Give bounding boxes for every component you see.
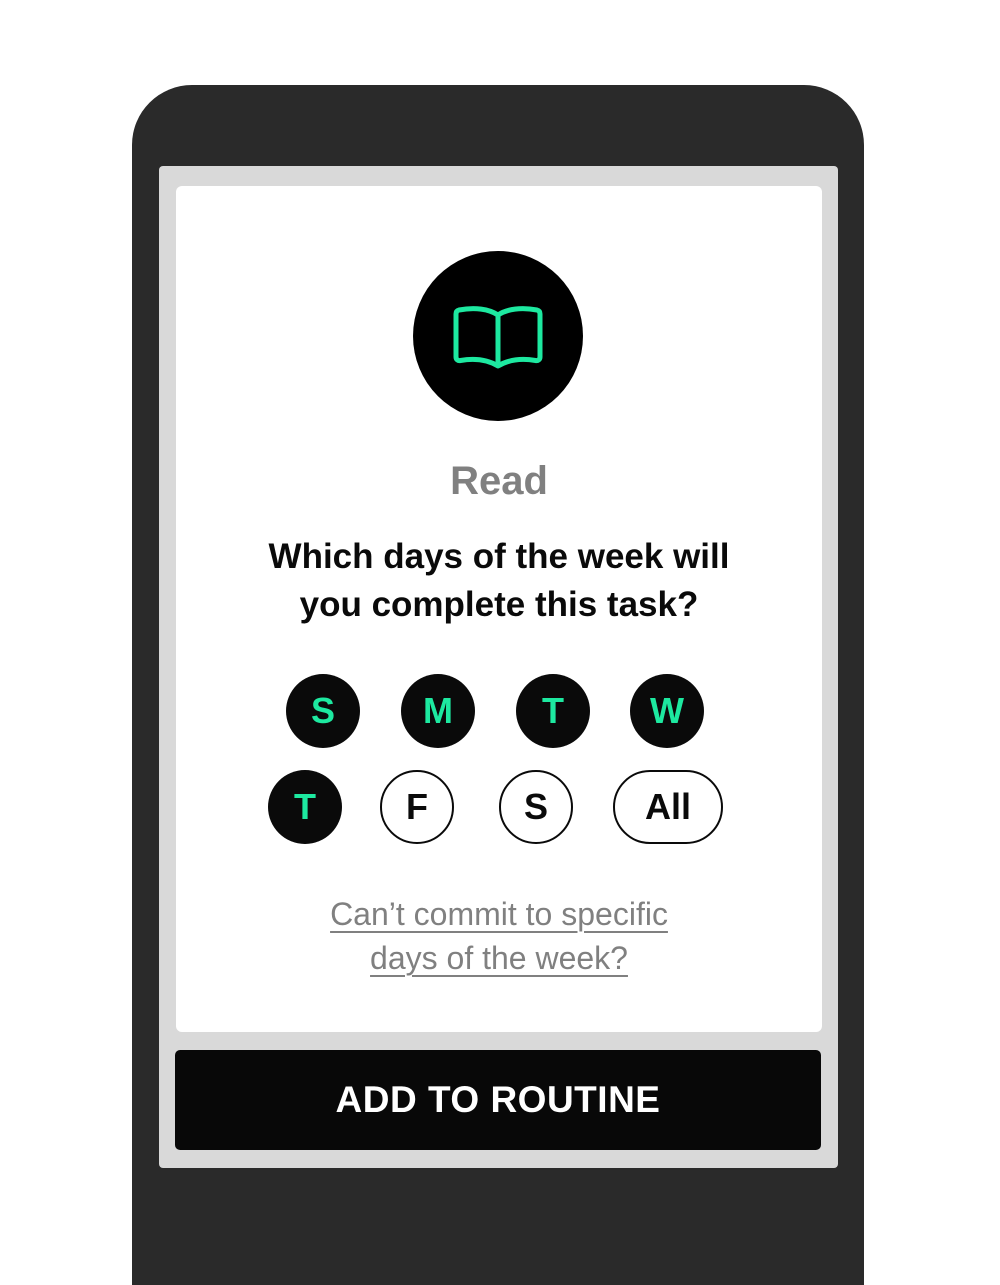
day-toggle-thursday[interactable]: T	[268, 770, 342, 844]
day-toggle-friday[interactable]: F	[380, 770, 454, 844]
day-toggle-saturday[interactable]: S	[499, 770, 573, 844]
select-all-days-button[interactable]: All	[613, 770, 723, 844]
days-question: Which days of the week will you complete…	[176, 533, 822, 629]
task-icon-badge	[413, 251, 583, 421]
day-toggle-tuesday[interactable]: T	[516, 674, 590, 748]
task-name: Read	[450, 459, 548, 503]
days-question-line-1: Which days of the week will	[268, 537, 730, 576]
flexible-schedule-link-line-2[interactable]: days of the week?	[370, 940, 628, 976]
days-question-line-2: you complete this task?	[299, 585, 699, 624]
day-toggle-sunday[interactable]: S	[286, 674, 360, 748]
open-book-icon	[453, 306, 543, 369]
flexible-schedule-link-line-1[interactable]: Can’t commit to specific	[330, 896, 668, 932]
day-toggle-monday[interactable]: M	[401, 674, 475, 748]
day-toggle-wednesday[interactable]: W	[630, 674, 704, 748]
flexible-schedule-link[interactable]: Can’t commit to specific days of the wee…	[176, 892, 822, 980]
add-to-routine-button[interactable]: ADD TO ROUTINE	[175, 1050, 821, 1150]
